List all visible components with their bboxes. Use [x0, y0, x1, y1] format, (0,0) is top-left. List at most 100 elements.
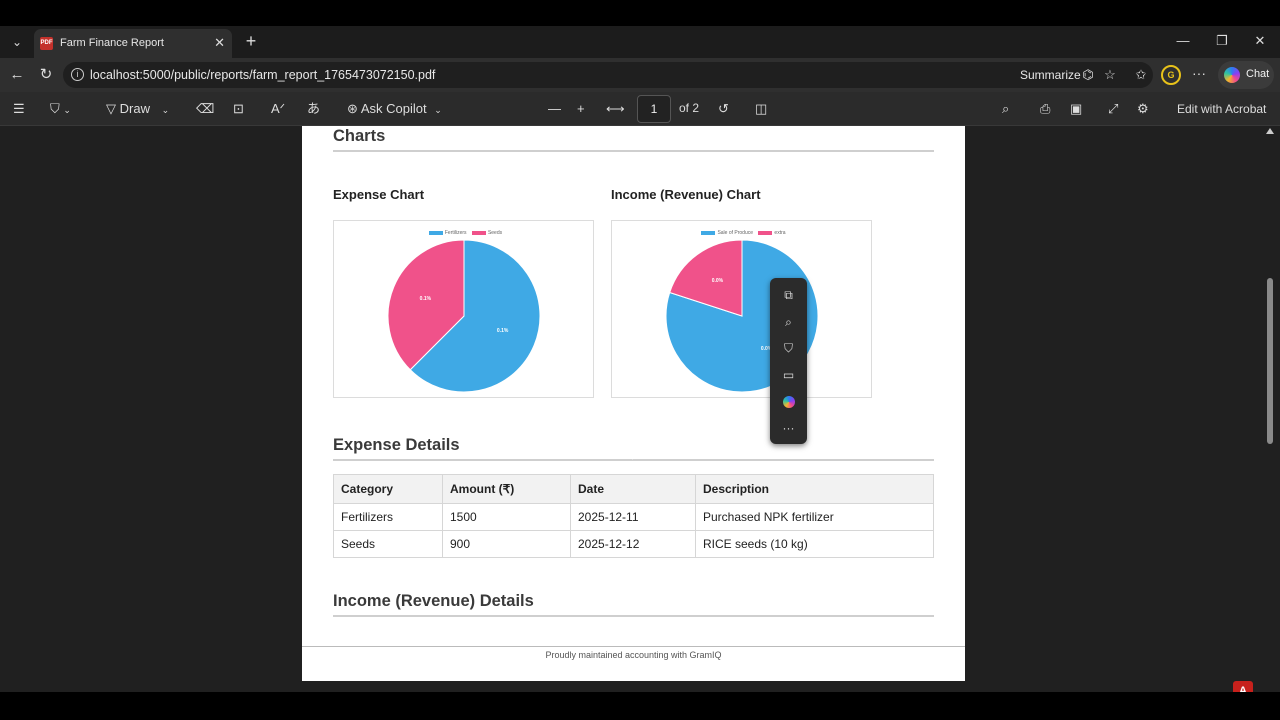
comment-icon[interactable]: ▭: [779, 366, 798, 385]
search-icon[interactable]: ⌕: [1002, 100, 1009, 118]
tab-title: Farm Finance Report: [60, 37, 164, 49]
pdf-viewport: Charts Expense Chart Income (Revenue) Ch…: [0, 126, 1280, 692]
table-cell: 900: [442, 530, 571, 558]
copilot-icon[interactable]: [783, 396, 795, 408]
more-options-icon[interactable]: ···: [779, 419, 798, 438]
copy-icon[interactable]: ⧉: [779, 286, 798, 305]
highlight-icon[interactable]: ⛉ ⌄: [50, 100, 71, 118]
chat-label: Chat: [1246, 68, 1270, 80]
acrobat-icon[interactable]: A: [1233, 681, 1253, 692]
url-text: localhost:5000/public/reports/farm_repor…: [90, 68, 436, 82]
zoom-out-icon[interactable]: —: [548, 100, 561, 118]
tab-farm-finance-report[interactable]: PDF Farm Finance Report ✕: [34, 29, 232, 58]
more-options-icon[interactable]: ···: [1192, 65, 1206, 81]
income-chart-title: Income (Revenue) Chart: [611, 187, 761, 202]
income-details-heading: Income (Revenue) Details: [333, 592, 534, 610]
charts-heading: Charts: [333, 127, 386, 145]
slice-label: 0.1%: [420, 296, 432, 302]
rotate-icon[interactable]: ↺: [718, 100, 729, 118]
income-chart: Sale of Produce extra 0.0% 0.0%: [611, 220, 872, 398]
selection-context-menu: ⧉ ⌕ ⛉ ▭ ···: [770, 278, 807, 444]
zoom-in-icon[interactable]: +: [577, 100, 585, 118]
chevron-down-icon: ⌄: [161, 105, 170, 115]
highlight-icon[interactable]: ⛉: [779, 339, 798, 358]
chevron-down-icon: ⌄: [434, 105, 442, 115]
divider: [333, 615, 934, 617]
read-aloud-icon[interactable]: Aᐟ: [271, 100, 285, 118]
copilot-icon: [1224, 67, 1240, 83]
table-cell: Fertilizers: [333, 503, 443, 531]
draw-label: Draw: [119, 101, 150, 116]
ask-copilot-label: Ask Copilot: [360, 101, 427, 116]
table-row: Seeds 900 2025-12-12 RICE seeds (10 kg): [333, 530, 934, 558]
table-cell: Seeds: [333, 530, 443, 558]
page-view-icon[interactable]: ◫: [755, 100, 767, 118]
fit-to-width-icon[interactable]: ⟷: [606, 100, 625, 118]
expense-details-heading: Expense Details: [333, 436, 460, 454]
tab-actions-menu-icon[interactable]: ⌄: [5, 31, 29, 53]
page-footer: Proudly maintained accounting with GramI…: [545, 650, 722, 660]
tab-bar: ⌄ PDF Farm Finance Report ✕ + — ❐ ✕: [0, 26, 1280, 58]
profile-avatar[interactable]: G: [1161, 65, 1181, 85]
url-input[interactable]: i localhost:5000/public/reports/farm_rep…: [63, 62, 1153, 88]
slice-label: 0.1%: [497, 328, 509, 334]
table-cell: Purchased NPK fertilizer: [695, 503, 934, 531]
refresh-icon[interactable]: ↻: [36, 65, 56, 85]
info-icon[interactable]: i: [71, 68, 84, 81]
favorites-icon[interactable]: ✩: [1132, 66, 1150, 84]
column-header: Description: [695, 474, 934, 504]
divider: [333, 150, 934, 152]
translate-icon[interactable]: あ: [307, 100, 320, 118]
pdf-icon: PDF: [40, 37, 53, 50]
table-header-row: Category Amount (₹) Date Description: [333, 474, 934, 504]
column-header: Category: [333, 474, 443, 504]
settings-gear-icon[interactable]: ⚙: [1137, 100, 1149, 118]
ask-copilot-button[interactable]: ⊛ Ask Copilot ⌄: [347, 100, 442, 118]
print-icon[interactable]: ⎙: [1040, 100, 1050, 118]
expense-chart: Fertilizers Seeds 0.1% 0.1%: [333, 220, 594, 398]
copilot-outline-icon: ⊛: [347, 101, 358, 116]
table-cell: RICE seeds (10 kg): [695, 530, 934, 558]
expense-table: Category Amount (₹) Date Description Fer…: [333, 474, 934, 558]
new-tab-icon[interactable]: +: [241, 31, 261, 51]
restore-icon[interactable]: ❐: [1210, 31, 1234, 51]
add-text-icon[interactable]: ⊡: [233, 100, 244, 118]
scroll-up-arrow[interactable]: [1266, 128, 1274, 134]
draw-button[interactable]: ▽ Draw ⌄: [106, 100, 169, 118]
scrollbar-thumb[interactable]: [1267, 278, 1273, 444]
eraser-icon[interactable]: ⌫: [196, 100, 214, 118]
address-bar: ← ↻ i localhost:5000/public/reports/farm…: [0, 58, 1280, 92]
divider: [333, 459, 934, 461]
expense-chart-title: Expense Chart: [333, 187, 425, 202]
footer-divider: [302, 646, 965, 647]
page-gap: [302, 681, 965, 692]
table-cell: 2025-12-11: [570, 503, 696, 531]
save-icon[interactable]: ▣: [1070, 100, 1082, 118]
pdf-page: Charts Expense Chart Income (Revenue) Ch…: [302, 126, 965, 681]
expense-pie: 0.1% 0.1%: [387, 239, 541, 393]
copilot-chat-button[interactable]: Chat: [1218, 61, 1274, 89]
search-icon[interactable]: ⌕: [779, 313, 798, 332]
browser-window: ⌄ PDF Farm Finance Report ✕ + — ❐ ✕ ← ↻ …: [0, 26, 1280, 692]
summarize-icon[interactable]: ⌬: [1079, 66, 1097, 84]
table-cell: 2025-12-12: [570, 530, 696, 558]
table-cell: 1500: [442, 503, 571, 531]
contents-icon[interactable]: ☰: [13, 100, 25, 118]
favorite-star-icon[interactable]: ☆: [1101, 66, 1119, 84]
minimize-icon[interactable]: —: [1171, 31, 1195, 51]
summarize-button[interactable]: Summarize: [1020, 68, 1081, 82]
pdf-toolbar: ☰ ⛉ ⌄ ▽ Draw ⌄ ⌫ ⊡ Aᐟ あ ⊛ Ask Copilot ⌄ …: [0, 92, 1280, 126]
fullscreen-icon[interactable]: ⤢: [1108, 100, 1118, 118]
table-row: Fertilizers 1500 2025-12-11 Purchased NP…: [333, 503, 934, 531]
window-close-icon[interactable]: ✕: [1248, 31, 1272, 51]
page-number-input[interactable]: 1: [637, 95, 671, 123]
income-pie: 0.0%0.0%: [665, 239, 819, 393]
pen-icon: ▽: [106, 101, 116, 116]
column-header: Amount (₹): [442, 474, 571, 504]
close-icon[interactable]: ✕: [214, 35, 225, 51]
page-count: of 2: [679, 101, 700, 115]
back-icon[interactable]: ←: [7, 65, 27, 85]
column-header: Date: [570, 474, 696, 504]
slice-label: 0.0%: [712, 278, 724, 284]
edit-with-acrobat-button[interactable]: Edit with Acrobat: [1177, 100, 1266, 118]
